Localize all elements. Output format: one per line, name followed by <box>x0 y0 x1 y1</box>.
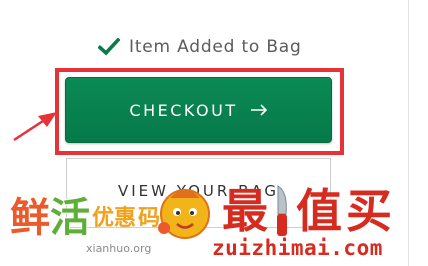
watermark-char: 买 <box>346 184 392 238</box>
checkout-button[interactable]: CHECKOUT <box>65 77 332 143</box>
watermark-left-subtext: xianhuo.org <box>86 242 152 255</box>
watermark-left-logo: 鲜 活 优惠 码 <box>10 198 160 238</box>
item-added-confirmation: Item Added to Bag <box>98 34 302 60</box>
mascot-icon <box>158 189 210 239</box>
watermark-right-logo: 最 值 买 <box>222 184 392 238</box>
panel-divider <box>408 0 409 266</box>
watermark-char: 活 <box>50 195 90 241</box>
knife-icon <box>277 185 287 236</box>
item-added-text: Item Added to Bag <box>129 37 302 57</box>
watermark-char: 值 <box>296 184 342 238</box>
watermark-domain: zuizhimai.com <box>212 236 383 260</box>
checkout-panel: Item Added to Bag CHECKOUT VIEW YOUR BAG… <box>0 0 428 266</box>
right-arrow-icon <box>250 104 267 116</box>
watermark-char: 优惠 <box>92 206 137 231</box>
checkmark-icon <box>98 38 120 56</box>
checkout-label: CHECKOUT <box>129 100 238 120</box>
watermark-char: 鲜 <box>10 195 50 241</box>
watermark-char: 最 <box>222 184 268 238</box>
